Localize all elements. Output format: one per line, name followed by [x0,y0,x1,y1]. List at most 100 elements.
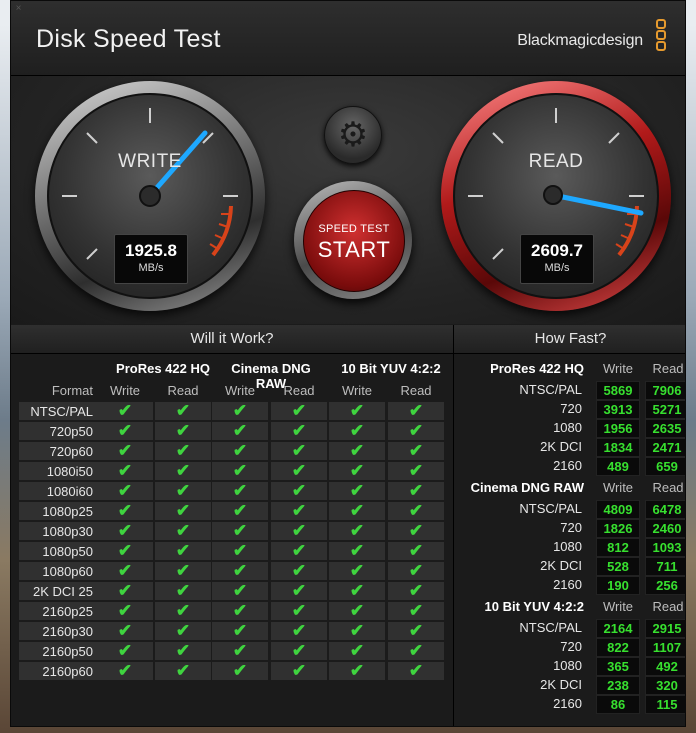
hf-write-value: 4809 [596,500,640,519]
ww-check-icon: ✔ [155,402,211,420]
ww-check-icon: ✔ [155,622,211,640]
hf-row-label: 2160 [553,577,582,592]
ww-check-icon: ✔ [388,402,444,420]
ww-check-icon: ✔ [329,662,385,680]
hf-read-value: 7906 [645,381,685,400]
hf-read-value: 6478 [645,500,685,519]
ww-check-icon: ✔ [155,522,211,540]
ww-format-label: 1080p30 [42,524,93,539]
write-readout: 1925.8 MB/s [114,234,188,284]
ww-check-icon: ✔ [271,622,327,640]
hf-row-label: 1080 [553,658,582,673]
ww-check-icon: ✔ [212,502,268,520]
read-gauge-label: READ [528,151,584,172]
app-title: Disk Speed Test [36,25,221,53]
ww-check-icon: ✔ [271,642,327,660]
ww-check-icon: ✔ [97,542,153,560]
ww-format-label: 720p60 [49,444,93,459]
ww-check-icon: ✔ [329,522,385,540]
hf-write-value: 812 [596,538,640,557]
gear-icon[interactable]: ⚙ [324,106,382,164]
ww-check-icon: ✔ [212,542,268,560]
ww-check-icon: ✔ [212,422,268,440]
hf-read-value: 1107 [645,638,685,657]
ww-check-icon: ✔ [271,462,327,480]
hf-read-value: 2460 [645,519,685,538]
ww-check-icon: ✔ [388,522,444,540]
hf-read-value: 2915 [645,619,685,638]
ww-check-icon: ✔ [388,562,444,580]
ww-format-label: 720p50 [49,424,93,439]
write-speed-value: 1925.8 [125,241,177,260]
hf-write-value: 1834 [596,438,640,457]
ww-check-icon: ✔ [271,522,327,540]
ww-check-icon: ✔ [388,622,444,640]
ww-check-icon: ✔ [212,622,268,640]
ww-check-icon: ✔ [388,482,444,500]
ww-check-icon: ✔ [329,542,385,560]
ww-subheader: Read [283,383,315,398]
ww-check-icon: ✔ [271,542,327,560]
close-icon[interactable]: × [13,3,24,14]
ww-check-icon: ✔ [97,562,153,580]
ww-check-icon: ✔ [155,542,211,560]
ww-check-icon: ✔ [388,502,444,520]
ww-format-label: 2160p25 [42,604,93,619]
hf-group-header: Cinema DNG RAW [470,480,584,495]
ww-check-icon: ✔ [388,462,444,480]
ww-group-header: ProRes 422 HQ [116,361,210,376]
ww-check-icon: ✔ [155,562,211,580]
ww-format-label: 1080p50 [42,544,93,559]
hf-subheader: Write [602,480,634,495]
hf-row-label: 2K DCI [540,439,582,454]
ww-check-icon: ✔ [329,462,385,480]
hf-read-value: 115 [645,695,685,714]
ww-check-icon: ✔ [97,442,153,460]
ww-format-label: 1080i50 [46,464,93,479]
hf-write-value: 5869 [596,381,640,400]
ww-check-icon: ✔ [388,422,444,440]
ww-check-icon: ✔ [388,542,444,560]
ww-check-icon: ✔ [329,562,385,580]
ww-check-icon: ✔ [155,642,211,660]
ww-check-icon: ✔ [388,442,444,460]
ww-check-icon: ✔ [155,662,211,680]
start-button-caption: SPEED TEST [318,223,390,235]
ww-format-label: 1080p25 [42,504,93,519]
ww-check-icon: ✔ [97,582,153,600]
ww-check-icon: ✔ [97,462,153,480]
ww-check-icon: ✔ [97,662,153,680]
ww-check-icon: ✔ [97,622,153,640]
ww-check-icon: ✔ [271,482,327,500]
hf-write-value: 190 [596,576,640,595]
hf-group-header: ProRes 422 HQ [490,361,584,376]
hf-subheader: Read [652,361,684,376]
start-button[interactable]: SPEED TEST START [294,181,412,299]
ww-check-icon: ✔ [97,402,153,420]
read-gauge: READ 2609.7 MB/s [441,81,671,311]
ww-check-icon: ✔ [212,462,268,480]
hf-read-value: 2471 [645,438,685,457]
gauge-area: WRITE 1925.8 MB/s ⚙ SPEED TEST START REA… [11,76,685,324]
ww-check-icon: ✔ [212,582,268,600]
hf-row-label: 2K DCI [540,677,582,692]
ww-check-icon: ✔ [329,622,385,640]
ww-check-icon: ✔ [212,442,268,460]
ww-check-icon: ✔ [271,582,327,600]
ww-check-icon: ✔ [97,482,153,500]
hf-write-value: 1826 [596,519,640,538]
ww-check-icon: ✔ [271,602,327,620]
ww-format-label: 2K DCI 25 [33,584,93,599]
ww-subheader: Read [167,383,199,398]
how-fast-header: How Fast? [454,325,685,354]
ww-check-icon: ✔ [271,502,327,520]
ww-format-header: Format [51,383,93,398]
ww-check-icon: ✔ [155,602,211,620]
ww-format-label: NTSC/PAL [30,404,93,419]
write-gauge: WRITE 1925.8 MB/s [35,81,265,311]
ww-check-icon: ✔ [271,662,327,680]
ww-check-icon: ✔ [97,502,153,520]
ww-check-icon: ✔ [155,482,211,500]
hf-read-value: 659 [645,457,685,476]
ww-group-header: 10 Bit YUV 4:2:2 [341,361,441,376]
